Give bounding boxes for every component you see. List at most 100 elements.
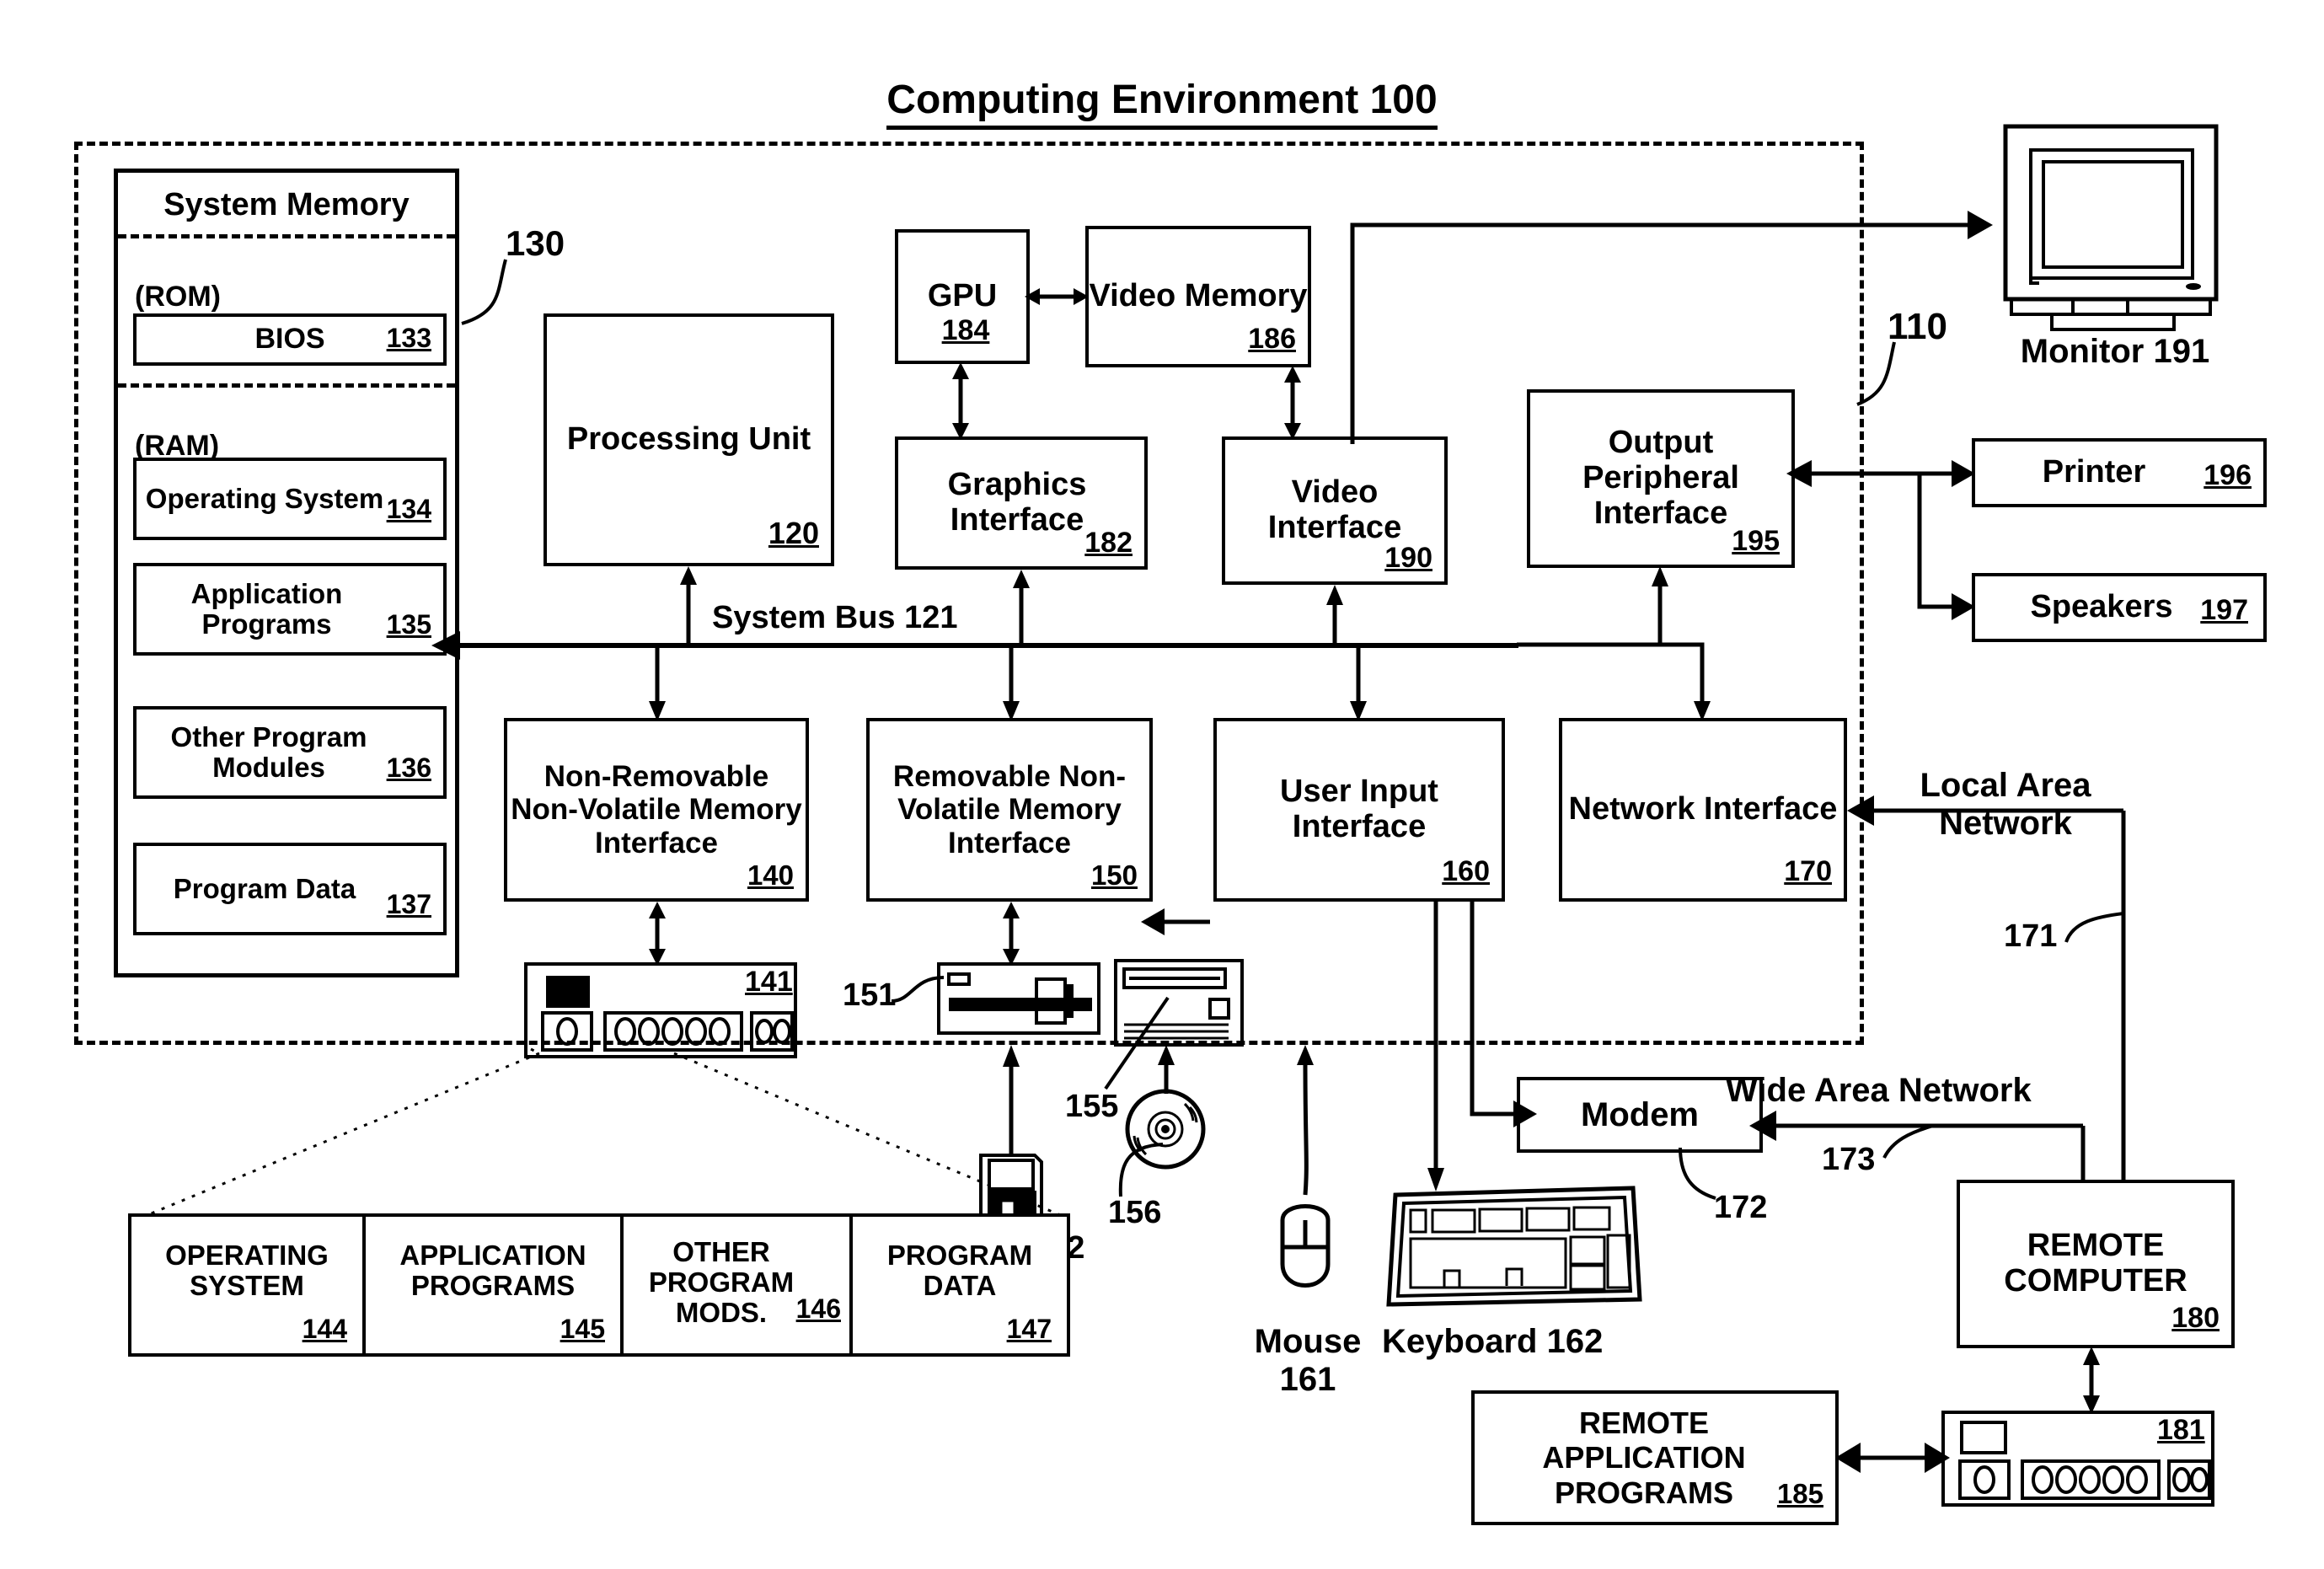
expansion-dotted-lines <box>138 1047 1069 1220</box>
removable-interface-ref: 150 <box>1090 859 1138 891</box>
operating-system-label: Operating System <box>145 482 384 514</box>
removable-opticaldrive-path <box>1141 908 1210 935</box>
bus-to-memory-line <box>445 643 462 647</box>
operating-system-box: Operating System 134 <box>133 458 447 540</box>
program-data-label: Program Data <box>173 872 356 904</box>
printer-box: Printer 196 <box>1972 438 2267 507</box>
other-program-modules-ref: 136 <box>386 752 431 783</box>
removable-interface-label: Removable Non-Volatile Memory Interface <box>892 760 1127 859</box>
remotecomputer-storage-arrow <box>2083 1347 2100 1414</box>
bus-networkinterface-path <box>1517 642 1711 721</box>
remote-application-programs-label: REMOTE APPLICATION PROGRAMS <box>1542 1406 1746 1510</box>
application-programs-label: Application Programs <box>190 577 343 640</box>
expansion-cell: OTHER PROGRAM MODS. 146 <box>624 1217 853 1353</box>
userinput-keyboard-arrow <box>1427 902 1444 1191</box>
removable-floppydrive-arrow <box>1003 902 1020 966</box>
program-data-ref: 137 <box>386 889 431 919</box>
hard-drive-ref: 141 <box>745 966 793 998</box>
local-area-network-ref: 171 <box>2004 918 2058 954</box>
network-interface-label: Network Interface <box>1568 791 1838 827</box>
bios-ref: 133 <box>386 323 431 353</box>
floppy-drive-ref: 151 <box>843 977 897 1013</box>
page-title-text: Computing Environment 100 <box>886 77 1438 130</box>
expansion-cell: APPLICATION PROGRAMS 145 <box>366 1217 624 1353</box>
optical-disc-arrow <box>1158 1045 1175 1094</box>
opi-peripherals-connector <box>1786 460 1975 620</box>
speakers-ref: 197 <box>2200 594 2248 626</box>
wide-area-network-label: Wide Area Network <box>1726 1072 2032 1109</box>
user-input-interface-label: User Input Interface <box>1280 774 1438 844</box>
lan-leader <box>2064 912 2124 943</box>
gpu-box: GPU 184 <box>895 229 1030 364</box>
processing-unit-box: Processing Unit 120 <box>544 313 834 566</box>
video-memory-ref: 186 <box>1248 323 1296 355</box>
speakers-box: Speakers 197 <box>1972 573 2267 642</box>
nonremovable-harddrive-arrow <box>649 902 666 966</box>
rap-storage-arrow <box>1835 1443 1950 1473</box>
monitor-icon <box>2003 124 2219 331</box>
wan-leader <box>1882 1124 1934 1159</box>
system-memory-heading: System Memory <box>163 186 410 222</box>
nonremovable-interface-box: Non-Removable Non-Volatile Memory Interf… <box>504 718 809 902</box>
expansion-cell-label: PROGRAM DATA <box>886 1239 1033 1301</box>
keyboard-icon <box>1386 1186 1642 1307</box>
remote-application-programs-ref: 185 <box>1776 1478 1823 1509</box>
remote-storage-ref: 181 <box>2157 1414 2205 1446</box>
videomemory-videointerface-arrow <box>1284 366 1301 440</box>
gpu-graphics-arrow <box>952 362 969 440</box>
remote-computer-label: REMOTE COMPUTER <box>2004 1228 2187 1299</box>
expansion-cell: OPERATING SYSTEM 144 <box>131 1217 366 1353</box>
floppy-drive-leader <box>891 976 945 1003</box>
network-interface-ref: 170 <box>1784 855 1832 887</box>
remote-computer-ref: 180 <box>2171 1302 2220 1334</box>
remote-computer-box: REMOTE COMPUTER 180 <box>1957 1180 2235 1348</box>
speakers-label: Speakers <box>2030 589 2173 625</box>
graphics-interface-ref: 182 <box>1084 527 1133 559</box>
bus-processingunit-arrow <box>680 566 697 645</box>
expansion-table: OPERATING SYSTEM 144 APPLICATION PROGRAM… <box>128 1213 1070 1357</box>
application-programs-box: Application Programs 135 <box>133 563 447 656</box>
gpu-label: GPU <box>927 278 998 314</box>
program-data-box: Program Data 137 <box>133 843 447 935</box>
application-programs-ref: 135 <box>386 609 431 640</box>
operating-system-ref: 134 <box>386 494 431 524</box>
nonremovable-interface-label: Non-Removable Non-Volatile Memory Interf… <box>511 760 802 859</box>
other-program-modules-label: Other Program Modules <box>170 720 367 783</box>
bus-removable-arrow <box>1003 645 1020 721</box>
bios-label: BIOS <box>254 323 325 356</box>
monitor-label: Monitor 191 <box>2020 333 2210 370</box>
system-bus-label: System Bus 121 <box>712 600 958 635</box>
expansion-cell-ref: 145 <box>560 1314 605 1344</box>
video-interface-box: Video Interface 190 <box>1222 436 1448 585</box>
bus-opi-arrow <box>1652 566 1668 645</box>
network-interface-box: Network Interface 170 <box>1559 718 1847 902</box>
mouse-label: Mouse 161 <box>1254 1323 1362 1398</box>
output-peripheral-interface-ref: 195 <box>1732 525 1780 557</box>
video-to-monitor-line <box>1350 211 1993 444</box>
bus-nonremovable-arrow <box>649 645 666 721</box>
expansion-cell-label: OTHER PROGRAM MODS. <box>648 1235 795 1329</box>
printer-label: Printer <box>2042 454 2146 490</box>
printer-ref: 196 <box>2204 459 2252 491</box>
processing-unit-label: Processing Unit <box>566 421 811 458</box>
processing-unit-ref: 120 <box>768 516 819 550</box>
bios-box: BIOS 133 <box>133 313 447 366</box>
video-interface-ref: 190 <box>1384 542 1432 574</box>
expansion-cell-ref: 144 <box>302 1314 347 1344</box>
page-title: Computing Environment 100 <box>0 32 2324 130</box>
optical-disc-leader <box>1118 1143 1164 1197</box>
bus-graphicsinterface-arrow <box>1013 570 1030 645</box>
user-input-interface-box: User Input Interface 160 <box>1213 718 1505 902</box>
gpu-ref: 184 <box>941 314 990 346</box>
expansion-cell: PROGRAM DATA 147 <box>853 1217 1067 1353</box>
mouse-icon <box>1280 1204 1331 1288</box>
mouse-cable <box>1297 1045 1314 1196</box>
expansion-cell-ref: 147 <box>1006 1314 1052 1344</box>
userinput-modem-path <box>1470 902 1537 1127</box>
nonremovable-interface-ref: 140 <box>747 859 794 891</box>
bus-userinput-arrow <box>1350 645 1367 721</box>
gpu-videomemory-arrow <box>1025 288 1089 305</box>
video-interface-label: Video Interface <box>1267 474 1402 545</box>
graphics-interface-box: Graphics Interface 182 <box>895 436 1148 570</box>
system-memory-divider-rom <box>118 234 455 238</box>
